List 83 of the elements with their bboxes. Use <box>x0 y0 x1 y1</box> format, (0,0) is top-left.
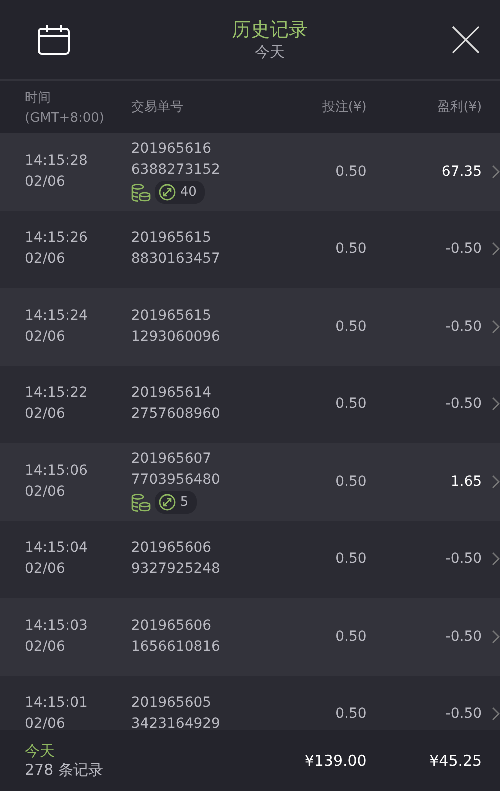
date-text: 02/06 <box>25 172 66 192</box>
order-number: 2757608960 <box>131 405 222 424</box>
profit-amount: -0.50 <box>444 706 482 722</box>
stake-amount: 0.50 <box>334 318 367 335</box>
chevron-right-icon[interactable] <box>492 552 500 566</box>
chevron-right-icon[interactable] <box>492 474 500 489</box>
column-header: 盈利(¥) <box>436 99 482 116</box>
record-row[interactable]: 14:15:06 02/06 201965607 7703956480 5 0.50 1.65 <box>0 443 500 520</box>
order-number: 201965605 <box>131 694 213 714</box>
order-number: 201965615 <box>131 229 213 248</box>
arrow-circle-icon <box>159 184 176 202</box>
date-text: 02/06 <box>25 250 66 270</box>
profit-amount: -0.50 <box>444 318 482 335</box>
order-number: 201965607 <box>131 450 213 470</box>
date-text: 02/06 <box>25 482 66 502</box>
order-number: 9327925248 <box>131 560 222 580</box>
column-header: 时间 <box>25 90 52 106</box>
date-text: 02/06 <box>25 405 66 424</box>
date-text: 02/06 <box>25 328 66 347</box>
page-subtitle: 今天 <box>255 43 285 62</box>
time-text: 14:15:28 <box>25 152 89 171</box>
profit-amount: -0.50 <box>444 396 482 412</box>
order-number: 201965606 <box>131 616 213 636</box>
page-title: 历史记录 <box>232 18 308 43</box>
time-text: 14:15:04 <box>25 539 89 558</box>
profit-amount: -0.50 <box>444 551 482 568</box>
stake-amount: 0.50 <box>334 164 367 180</box>
stake-amount: 0.50 <box>334 706 367 722</box>
arrow-circle-icon <box>159 494 176 512</box>
total-profit: ¥45.25 <box>428 752 482 770</box>
date-text: 02/06 <box>25 560 66 580</box>
record-count: 278 条记录 <box>25 760 104 780</box>
order-number: 201965615 <box>131 306 213 326</box>
column-header: 投注(¥) <box>321 99 367 116</box>
chevron-right-icon[interactable] <box>492 630 500 644</box>
date-text: 02/06 <box>25 638 66 657</box>
date-text: 02/06 <box>25 715 66 730</box>
total-stake: ¥139.00 <box>304 752 367 770</box>
column-header-subtitle: (GMT+8:00) <box>25 110 106 126</box>
record-row[interactable]: 14:15:28 02/06 201965616 6388273152 40 0.50 67.35 <box>0 133 500 210</box>
order-number: 7703956480 <box>131 471 222 490</box>
column-header: 交易单号 <box>131 99 184 116</box>
multiplier-badge: 5 <box>155 491 197 514</box>
chevron-right-icon[interactable] <box>492 242 500 256</box>
order-number: 201965616 <box>131 140 213 160</box>
stake-amount: 0.50 <box>334 474 367 490</box>
order-number: 1656610816 <box>131 638 222 657</box>
time-text: 14:15:03 <box>25 616 89 636</box>
profit-amount: 1.65 <box>450 474 482 490</box>
order-number: 201965606 <box>131 539 213 558</box>
chevron-right-icon[interactable] <box>492 397 500 412</box>
coins-icon <box>131 494 152 512</box>
chevron-right-icon[interactable] <box>492 164 500 179</box>
stake-amount: 0.50 <box>334 551 367 568</box>
record-row[interactable]: 14:15:24 02/06 201965615 1293060096 0.50 -0.50 <box>0 288 500 366</box>
order-number: 8830163457 <box>131 250 222 270</box>
order-number: 6388273152 <box>131 161 222 180</box>
stake-amount: 0.50 <box>334 628 367 645</box>
chevron-right-icon[interactable] <box>492 320 500 334</box>
stake-amount: 0.50 <box>334 241 367 258</box>
close-icon[interactable] <box>452 26 480 54</box>
order-number: 1293060096 <box>131 328 222 347</box>
record-row[interactable]: 14:15:01 02/06 201965605 3423164929 0.50 -0.50 <box>0 676 500 730</box>
profit-amount: 67.35 <box>440 164 482 180</box>
order-number: 201965614 <box>131 384 213 404</box>
record-row[interactable]: 14:15:26 02/06 201965615 8830163457 0.50 -0.50 <box>0 210 500 288</box>
profit-amount: -0.50 <box>444 628 482 645</box>
multiplier-badge: 40 <box>155 181 205 204</box>
time-text: 14:15:24 <box>25 306 89 326</box>
record-row[interactable]: 14:15:22 02/06 201965614 2757608960 0.50 -0.50 <box>0 366 500 443</box>
stake-amount: 0.50 <box>334 396 367 412</box>
time-text: 14:15:01 <box>25 694 89 714</box>
period-label: 今天 <box>25 742 56 760</box>
time-text: 14:15:06 <box>25 462 89 481</box>
chevron-right-icon[interactable] <box>492 707 500 722</box>
record-row[interactable]: 14:15:04 02/06 201965606 9327925248 0.50 -0.50 <box>0 520 500 598</box>
calendar-icon[interactable] <box>38 24 70 54</box>
time-text: 14:15:26 <box>25 229 89 248</box>
record-row[interactable]: 14:15:03 02/06 201965606 1656610816 0.50 -0.50 <box>0 598 500 676</box>
time-text: 14:15:22 <box>25 384 89 404</box>
coins-icon <box>131 184 152 202</box>
profit-amount: -0.50 <box>444 241 482 258</box>
order-number: 3423164929 <box>131 715 222 730</box>
